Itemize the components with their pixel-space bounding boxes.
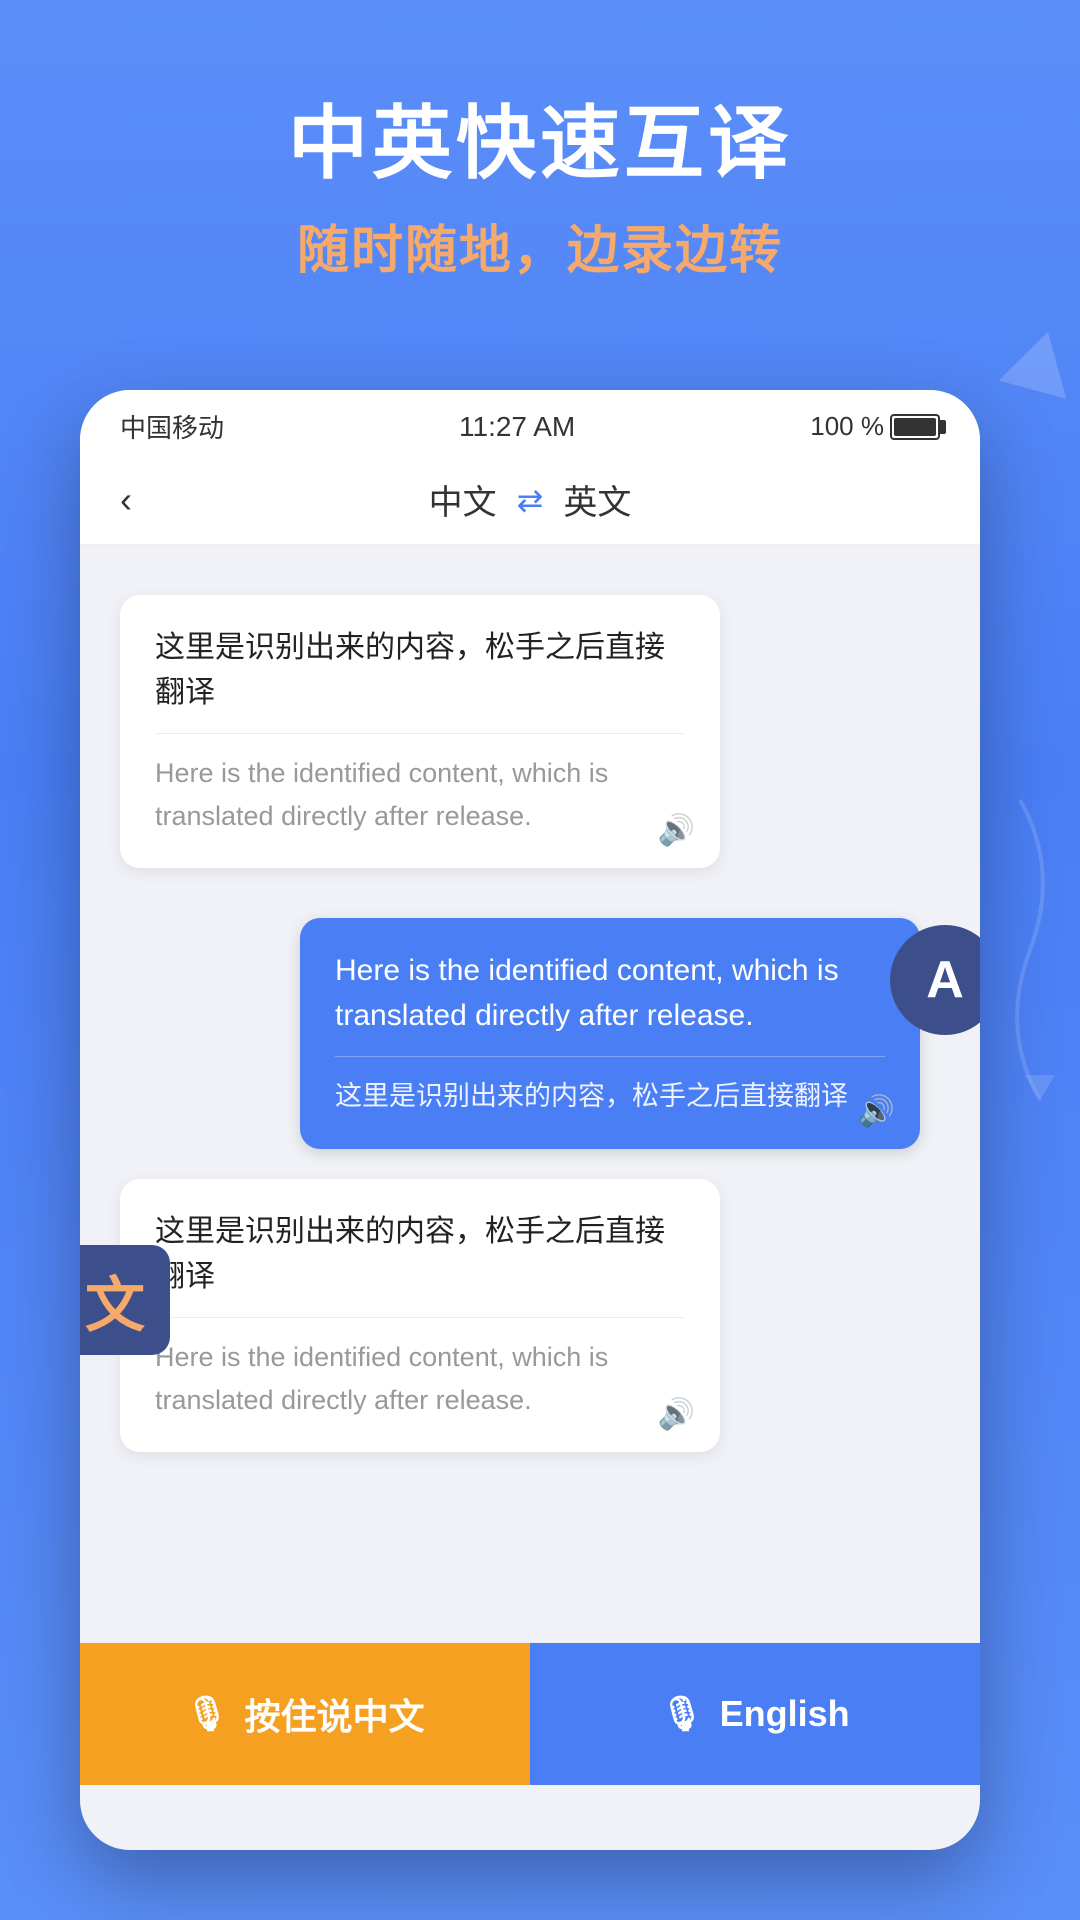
avatar-wen-label: 文 — [85, 1257, 145, 1344]
bubble-container-2: Here is the identified content, which is… — [80, 888, 980, 1168]
bubble-2-secondary: 这里是识别出来的内容，松手之后直接翻译 — [335, 1075, 885, 1118]
bottom-buttons: 🎙 按住说中文 🎙 English — [80, 1642, 980, 1785]
bubble-right-1: Here is the identified content, which is… — [300, 918, 920, 1148]
bubble-1-divider — [155, 733, 685, 734]
bubble-1-sound[interactable]: 🔊 — [658, 813, 695, 848]
bubble-1-secondary: Here is the identified content, which is… — [155, 752, 685, 838]
deco-arrow-mid — [940, 790, 1070, 1110]
nav-bar: ‹ 中文 ⇄ 英文 — [80, 455, 980, 545]
btn-chinese[interactable]: 🎙 按住说中文 — [80, 1643, 530, 1785]
sub-title: 随时随地，边录边转 — [0, 208, 1080, 283]
bubble-3-primary: 这里是识别出来的内容，松手之后直接翻译 — [155, 1209, 685, 1299]
swap-icon[interactable]: ⇄ — [517, 481, 544, 519]
time: 11:27 AM — [459, 411, 575, 443]
deco-arrow-top — [1000, 330, 1070, 430]
bubble-2-sound[interactable]: 🔊 — [858, 1094, 895, 1129]
chinese-btn-label: 按住说中文 — [245, 1688, 425, 1740]
bubble-3-secondary: Here is the identified content, which is… — [155, 1336, 685, 1422]
bubble-3-sound[interactable]: 🔊 — [658, 1397, 695, 1432]
phone-mockup: 中国移动 11:27 AM 100 % ‹ 中文 ⇄ 英文 这里是识别出来的内容… — [80, 390, 980, 1850]
bubble-1-primary: 这里是识别出来的内容，松手之后直接翻译 — [155, 625, 685, 715]
bubble-2-primary: Here is the identified content, which is… — [335, 948, 885, 1038]
english-btn-label: English — [720, 1693, 850, 1735]
bubble-left-1: 这里是识别出来的内容，松手之后直接翻译 Here is the identifi… — [120, 595, 720, 868]
btn-english[interactable]: 🎙 English — [530, 1643, 980, 1785]
avatar-wen: 文 — [80, 1245, 170, 1355]
status-bar: 中国移动 11:27 AM 100 % — [80, 390, 980, 455]
english-mic-icon: 🎙 — [660, 1694, 703, 1734]
main-title: 中英快速互译 — [0, 100, 1080, 188]
bubble-left-2: 这里是识别出来的内容，松手之后直接翻译 Here is the identifi… — [120, 1179, 720, 1452]
header-area: 中英快速互译 随时随地，边录边转 — [0, 0, 1080, 283]
back-button[interactable]: ‹ — [120, 479, 132, 521]
lang-to: 英文 — [563, 475, 631, 524]
bubble-2-divider — [335, 1056, 885, 1057]
carrier: 中国移动 — [120, 408, 224, 445]
battery-container: 100 % — [810, 411, 940, 442]
lang-from: 中文 — [429, 475, 497, 524]
bubble-container-1: 这里是识别出来的内容，松手之后直接翻译 Here is the identifi… — [80, 575, 980, 888]
nav-title: 中文 ⇄ 英文 — [429, 475, 632, 524]
content-area: 这里是识别出来的内容，松手之后直接翻译 Here is the identifi… — [80, 545, 980, 1785]
chinese-mic-icon: 🎙 — [185, 1694, 228, 1734]
battery-icon — [890, 414, 940, 440]
bubble-3-divider — [155, 1317, 685, 1318]
battery-text: 100 % — [810, 411, 884, 442]
battery-fill — [894, 418, 936, 436]
bubble-container-3: 这里是识别出来的内容，松手之后直接翻译 Here is the identifi… — [80, 1169, 980, 1462]
